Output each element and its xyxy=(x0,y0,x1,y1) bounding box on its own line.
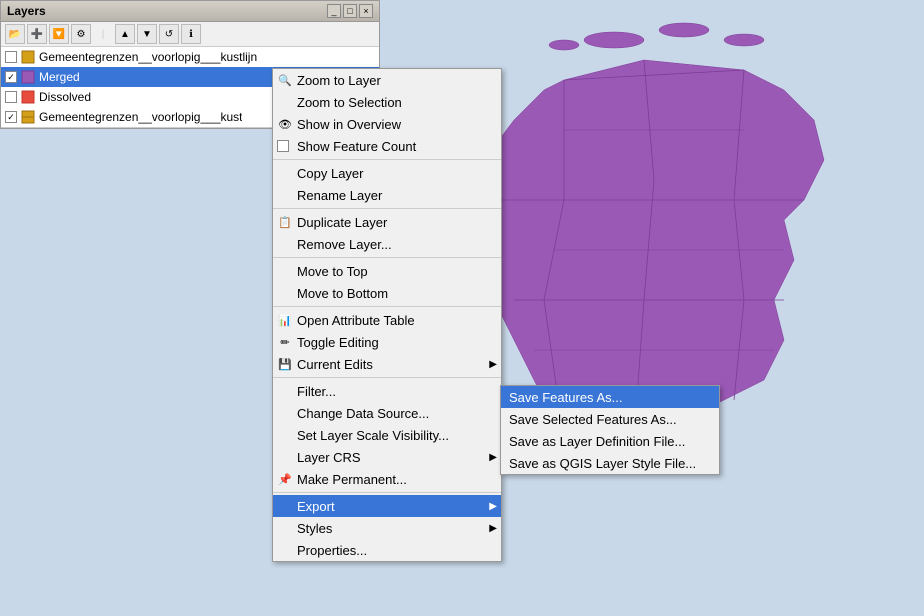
layer-checkbox[interactable] xyxy=(5,111,17,123)
save-icon: 💾 xyxy=(277,356,293,372)
menu-item-open-attribute-table[interactable]: 📊 Open Attribute Table xyxy=(273,309,501,331)
submenu-item-save-as-layer-definition[interactable]: Save as Layer Definition File... xyxy=(501,430,719,452)
layer-checkbox[interactable] xyxy=(5,91,17,103)
submenu-label: Save as QGIS Layer Style File... xyxy=(509,456,696,471)
layer-name: Gemeentegrenzen__voorlopig___kust xyxy=(39,110,242,124)
submenu-arrow-icon: ▶ xyxy=(489,523,497,534)
duplicate-icon: 📋 xyxy=(277,214,293,230)
menu-label: Move to Top xyxy=(297,264,368,279)
toolbar-open-icon[interactable]: 📂 xyxy=(5,24,25,44)
close-button[interactable]: × xyxy=(359,4,373,18)
titlebar-controls: _ □ × xyxy=(327,4,373,18)
menu-separator xyxy=(273,208,501,209)
toolbar-refresh-icon[interactable]: ↺ xyxy=(159,24,179,44)
submenu-item-save-selected-features-as[interactable]: Save Selected Features As... xyxy=(501,408,719,430)
menu-item-remove-layer[interactable]: Remove Layer... xyxy=(273,233,501,255)
edit-icon: ✏ xyxy=(277,334,293,350)
maximize-button[interactable]: □ xyxy=(343,4,357,18)
menu-item-change-data-source[interactable]: Change Data Source... xyxy=(273,402,501,424)
menu-label: Show Feature Count xyxy=(297,139,416,154)
menu-label: Make Permanent... xyxy=(297,472,407,487)
menu-item-move-to-top[interactable]: Move to Top xyxy=(273,260,501,282)
menu-item-properties[interactable]: Properties... xyxy=(273,539,501,561)
zoom-icon: 🔍 xyxy=(277,72,293,88)
export-submenu: Save Features As... Save Selected Featur… xyxy=(500,385,720,475)
menu-item-rename-layer[interactable]: Rename Layer xyxy=(273,184,501,206)
layer-name: Gemeentegrenzen__voorlopig___kustlijn xyxy=(39,50,257,64)
toolbar-filter-icon[interactable]: 🔽 xyxy=(49,24,69,44)
submenu-arrow-icon: ▶ xyxy=(489,501,497,512)
menu-item-duplicate-layer[interactable]: 📋 Duplicate Layer xyxy=(273,211,501,233)
menu-item-zoom-to-selection[interactable]: Zoom to Selection xyxy=(273,91,501,113)
toolbar-separator: | xyxy=(93,24,113,44)
layer-type-icon xyxy=(21,50,35,64)
toolbar-add-icon[interactable]: ➕ xyxy=(27,24,47,44)
menu-label: Properties... xyxy=(297,543,367,558)
menu-label: Layer CRS xyxy=(297,450,361,465)
submenu-label: Save Selected Features As... xyxy=(509,412,677,427)
menu-item-set-layer-scale-visibility[interactable]: Set Layer Scale Visibility... xyxy=(273,424,501,446)
toolbar-info-icon[interactable]: ℹ xyxy=(181,24,201,44)
menu-label: Toggle Editing xyxy=(297,335,379,350)
menu-label: Set Layer Scale Visibility... xyxy=(297,428,449,443)
menu-label: Open Attribute Table xyxy=(297,313,415,328)
menu-separator xyxy=(273,257,501,258)
layer-checkbox[interactable] xyxy=(5,51,17,63)
layer-type-icon xyxy=(21,90,35,104)
menu-separator xyxy=(273,377,501,378)
menu-label: Zoom to Layer xyxy=(297,73,381,88)
overview-icon: 👁 xyxy=(277,116,293,132)
submenu-arrow-icon: ▶ xyxy=(489,452,497,463)
minimize-button[interactable]: _ xyxy=(327,4,341,18)
toolbar-settings-icon[interactable]: ⚙ xyxy=(71,24,91,44)
submenu-label: Save Features As... xyxy=(509,390,622,405)
menu-label: Rename Layer xyxy=(297,188,382,203)
submenu-item-save-features-as[interactable]: Save Features As... xyxy=(501,386,719,408)
menu-label: Change Data Source... xyxy=(297,406,429,421)
layer-type-icon xyxy=(21,110,35,124)
menu-item-make-permanent[interactable]: 📌 Make Permanent... xyxy=(273,468,501,490)
menu-item-show-in-overview[interactable]: 👁 Show in Overview xyxy=(273,113,501,135)
context-menu: 🔍 Zoom to Layer Zoom to Selection 👁 Show… xyxy=(272,68,502,562)
submenu-arrow-icon: ▶ xyxy=(489,359,497,370)
submenu-item-save-as-qgis-style[interactable]: Save as QGIS Layer Style File... xyxy=(501,452,719,474)
menu-item-filter[interactable]: Filter... xyxy=(273,380,501,402)
menu-label: Zoom to Selection xyxy=(297,95,402,110)
menu-label: Styles xyxy=(297,521,332,536)
layers-toolbar: 📂 ➕ 🔽 ⚙ | ▲ ▼ ↺ ℹ xyxy=(1,22,379,47)
layer-checkbox[interactable] xyxy=(5,71,17,83)
table-icon: 📊 xyxy=(277,312,293,328)
menu-item-zoom-to-layer[interactable]: 🔍 Zoom to Layer xyxy=(273,69,501,91)
menu-label: Export xyxy=(297,499,335,514)
submenu-label: Save as Layer Definition File... xyxy=(509,434,685,449)
layers-titlebar: Layers _ □ × xyxy=(1,1,379,22)
layer-name: Dissolved xyxy=(39,90,91,104)
menu-label: Move to Bottom xyxy=(297,286,388,301)
layers-title: Layers xyxy=(7,4,46,18)
layer-item[interactable]: Gemeentegrenzen__voorlopig___kustlijn xyxy=(1,47,379,67)
layer-name: Merged xyxy=(39,70,80,84)
menu-item-show-feature-count[interactable]: Show Feature Count xyxy=(273,135,501,157)
toolbar-move-up-icon[interactable]: ▲ xyxy=(115,24,135,44)
menu-item-toggle-editing[interactable]: ✏ Toggle Editing xyxy=(273,331,501,353)
checkbox-icon xyxy=(277,140,289,152)
menu-item-styles[interactable]: Styles ▶ xyxy=(273,517,501,539)
menu-label: Remove Layer... xyxy=(297,237,392,252)
layer-type-icon xyxy=(21,70,35,84)
menu-item-layer-crs[interactable]: Layer CRS ▶ xyxy=(273,446,501,468)
toolbar-move-down-icon[interactable]: ▼ xyxy=(137,24,157,44)
menu-item-copy-layer[interactable]: Copy Layer xyxy=(273,162,501,184)
menu-label: Show in Overview xyxy=(297,117,401,132)
menu-item-current-edits[interactable]: 💾 Current Edits ▶ xyxy=(273,353,501,375)
menu-label: Copy Layer xyxy=(297,166,363,181)
menu-item-move-to-bottom[interactable]: Move to Bottom xyxy=(273,282,501,304)
permanent-icon: 📌 xyxy=(277,471,293,487)
menu-separator xyxy=(273,306,501,307)
menu-label: Current Edits xyxy=(297,357,373,372)
menu-separator xyxy=(273,492,501,493)
menu-separator xyxy=(273,159,501,160)
menu-label: Filter... xyxy=(297,384,336,399)
menu-label: Duplicate Layer xyxy=(297,215,387,230)
menu-item-export[interactable]: Export ▶ xyxy=(273,495,501,517)
